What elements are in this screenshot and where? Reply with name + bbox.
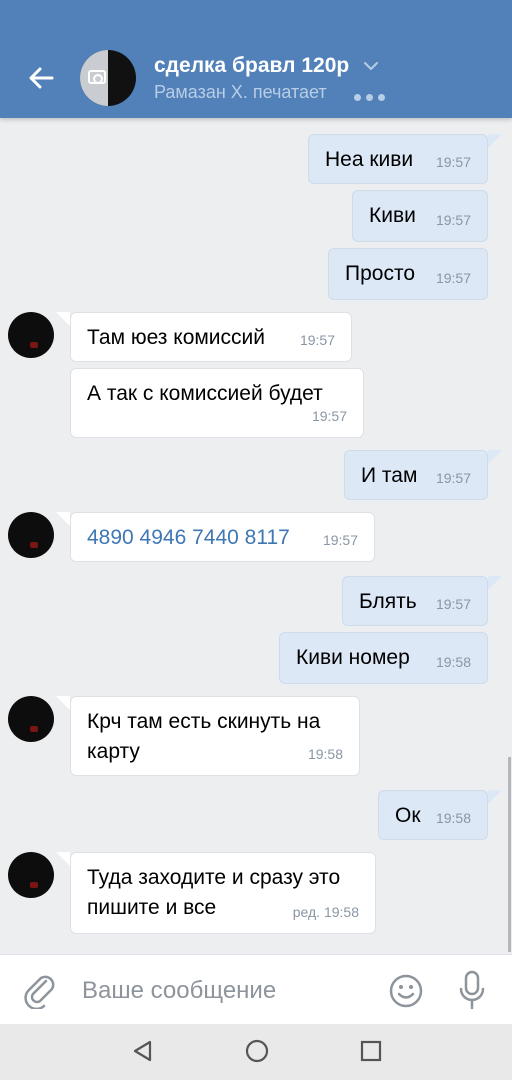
sender-avatar[interactable]: [8, 512, 54, 558]
message-text: И там: [361, 464, 418, 487]
message-time: 19:57: [435, 596, 471, 612]
message-time: 19:57: [435, 470, 471, 486]
sender-avatar[interactable]: [8, 696, 54, 742]
message-time: 19:57: [322, 532, 358, 548]
chat-avatar[interactable]: [80, 50, 136, 106]
message-text: А так с комиссией будет: [87, 382, 323, 405]
message-list[interactable]: Неа киви 19:57 Киви 19:57 Просто 19:57 Т…: [0, 118, 512, 954]
nav-back-triangle-icon[interactable]: [128, 1036, 158, 1066]
card-number-link[interactable]: 4890 4946 7440 8117: [87, 526, 290, 549]
message-time: 19:58: [307, 746, 343, 762]
arrow-left-icon[interactable]: [22, 58, 62, 98]
message-text: Ок: [395, 804, 421, 827]
chat-title[interactable]: сделка бравл 120р: [154, 54, 349, 78]
message-time: 19:57: [299, 332, 335, 348]
message-time: 19:58: [435, 654, 471, 670]
chat-header: сделка бравл 120р Рамазан Х. печатает: [0, 0, 512, 118]
message-time: 19:57: [435, 154, 471, 170]
camera-icon: [88, 70, 106, 84]
message-time: 19:57: [311, 408, 347, 424]
microphone-icon[interactable]: [456, 969, 488, 1011]
message-time: 19:58: [435, 810, 471, 826]
sender-avatar[interactable]: [8, 852, 54, 898]
message-text: Неа киви: [325, 148, 414, 171]
nav-recent-square-icon[interactable]: [356, 1036, 386, 1066]
typing-status: Рамазан Х. печатает: [154, 82, 327, 102]
message-text: Просто: [345, 262, 416, 285]
smile-icon[interactable]: [388, 973, 424, 1009]
message-input[interactable]: Ваше сообщение: [82, 977, 276, 1005]
message-composer: Ваше сообщение: [0, 954, 512, 1025]
message-text: Блять: [359, 590, 417, 613]
message-text: Крч там есть скинуть на карту: [87, 710, 321, 763]
message-text: Киви номер: [296, 646, 410, 669]
scrollbar-thumb[interactable]: [508, 757, 511, 952]
message-time: 19:57: [435, 270, 471, 286]
chevron-down-icon[interactable]: [362, 60, 380, 72]
message-time: ред. 19:58: [292, 904, 359, 920]
message-time: 19:57: [435, 212, 471, 228]
sender-avatar[interactable]: [8, 312, 54, 358]
system-navbar: [0, 1024, 512, 1080]
message-text: Киви: [369, 204, 416, 227]
typing-dots-icon: [354, 88, 394, 101]
paperclip-icon[interactable]: [22, 971, 58, 1009]
message-text: Там юез комиссий: [87, 326, 265, 349]
nav-home-circle-icon[interactable]: [242, 1036, 272, 1066]
